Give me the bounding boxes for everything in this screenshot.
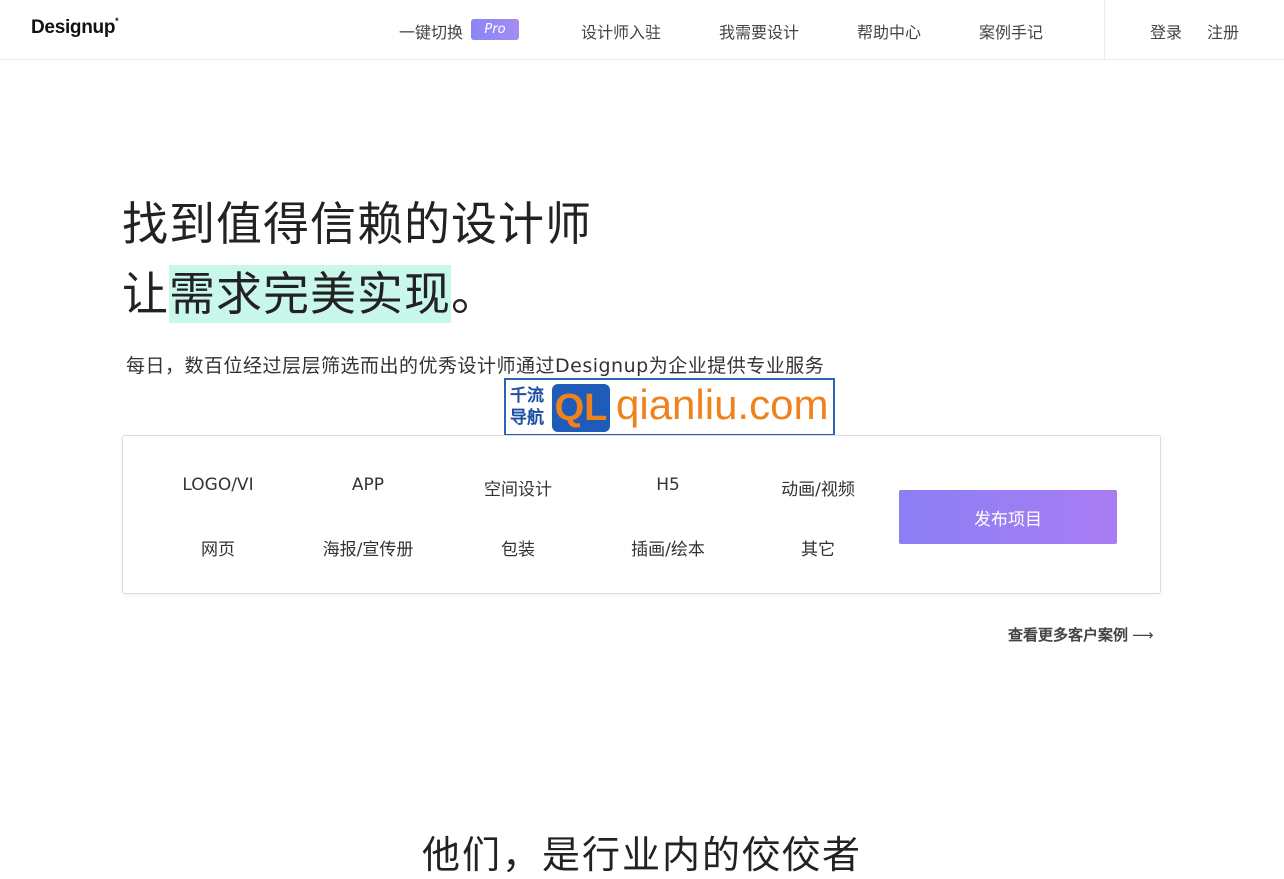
category-animation-video[interactable]: 动画/视频 — [743, 475, 893, 500]
category-other[interactable]: 其它 — [743, 535, 893, 560]
hero-title-highlight: 需求完美实现 — [169, 265, 451, 323]
nav-switch-pro[interactable]: 一键切换 — [399, 19, 463, 43]
qianliu-watermark: 千流 导航 QL qianliu.com — [504, 378, 835, 436]
category-packaging[interactable]: 包装 — [443, 535, 593, 560]
category-webpage[interactable]: 网页 — [143, 535, 293, 560]
hero-title-prefix: 让 — [122, 267, 169, 321]
login-link[interactable]: 登录 — [1150, 19, 1182, 43]
watermark-cn-text: 千流 导航 — [510, 386, 544, 428]
publish-project-button[interactable]: 发布项目 — [899, 490, 1117, 544]
designup-logo[interactable]: Designup* — [31, 16, 119, 39]
arrow-right-icon: ⟶ — [1132, 626, 1154, 644]
hero-title-line2: 让需求完美实现。 — [122, 258, 498, 324]
category-space-design[interactable]: 空间设计 — [443, 475, 593, 500]
category-poster-brochure[interactable]: 海报/宣传册 — [293, 535, 443, 560]
top-navbar: Designup* 一键切换 Pro 设计师入驻 我需要设计 帮助中心 案例手记… — [0, 0, 1284, 60]
more-cases-label: 查看更多客户案例 — [1008, 626, 1129, 644]
watermark-domain: qianliu.com — [616, 381, 829, 428]
hero-title-line1: 找到值得信赖的设计师 — [122, 197, 592, 251]
category-app[interactable]: APP — [293, 475, 443, 495]
register-link[interactable]: 注册 — [1207, 19, 1239, 43]
header-divider — [1104, 0, 1105, 59]
hero-subtitle: 每日，数百位经过层层筛选而出的优秀设计师通过Designup为企业提供专业服务 — [126, 355, 825, 377]
nav-designer-join[interactable]: 设计师入驻 — [581, 19, 661, 43]
category-h5[interactable]: H5 — [593, 475, 743, 495]
hero-title-suffix: 。 — [451, 267, 498, 321]
nav-case-notes[interactable]: 案例手记 — [979, 19, 1043, 43]
nav-need-design[interactable]: 我需要设计 — [719, 19, 799, 43]
category-illustration[interactable]: 插画/绘本 — [593, 535, 743, 560]
category-logo-vi[interactable]: LOGO/VI — [143, 475, 293, 495]
pro-badge[interactable]: Pro — [471, 19, 519, 40]
watermark-ql-badge: QL — [552, 384, 610, 432]
nav-help-center[interactable]: 帮助中心 — [857, 19, 921, 43]
more-cases-link[interactable]: 查看更多客户案例 ⟶ — [1008, 624, 1154, 645]
